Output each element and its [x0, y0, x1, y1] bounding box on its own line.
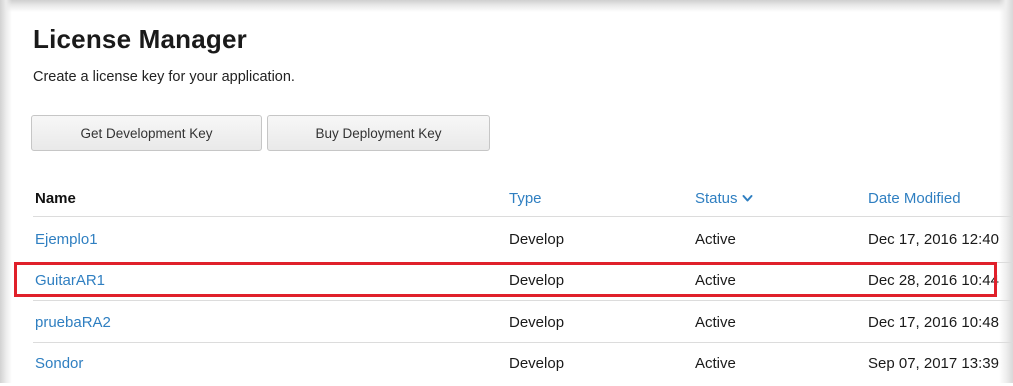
table-row: Sondor Develop Active Sep 07, 2017 13:39 — [0, 340, 1013, 386]
license-date-modified: Sep 07, 2017 13:39 — [868, 354, 999, 372]
license-type: Develop — [509, 354, 565, 372]
table-row: GuitarAR1 Develop Active Dec 28, 2016 10… — [0, 257, 1013, 303]
license-type: Develop — [509, 313, 565, 331]
license-manager-page: License Manager Create a license key for… — [0, 0, 1013, 383]
license-name-link[interactable]: pruebaRA2 — [35, 299, 111, 345]
page-title: License Manager — [33, 24, 247, 54]
window-shadow-top — [0, 0, 1013, 12]
table-row: Ejemplo1 Develop Active Dec 17, 2016 12:… — [0, 216, 1013, 262]
column-header-status[interactable]: Status — [695, 190, 753, 207]
column-header-status-label: Status — [695, 190, 738, 207]
license-type: Develop — [509, 271, 565, 289]
license-type: Develop — [509, 230, 565, 248]
get-development-key-button[interactable]: Get Development Key — [31, 115, 262, 151]
license-name-link[interactable]: Sondor — [35, 340, 83, 386]
license-status: Active — [695, 313, 736, 331]
license-name-link[interactable]: GuitarAR1 — [35, 257, 105, 303]
column-header-date-modified[interactable]: Date Modified — [868, 190, 961, 207]
license-date-modified: Dec 17, 2016 10:48 — [868, 313, 999, 331]
buy-deployment-key-button[interactable]: Buy Deployment Key — [267, 115, 490, 151]
column-header-type[interactable]: Type — [509, 190, 542, 207]
chevron-down-icon — [742, 195, 753, 202]
column-header-name[interactable]: Name — [35, 190, 76, 207]
license-status: Active — [695, 230, 736, 248]
license-status: Active — [695, 354, 736, 372]
license-date-modified: Dec 28, 2016 10:44 — [868, 271, 999, 289]
table-row: pruebaRA2 Develop Active Dec 17, 2016 10… — [0, 299, 1013, 345]
license-status: Active — [695, 271, 736, 289]
page-subtitle: Create a license key for your applicatio… — [33, 69, 295, 85]
license-date-modified: Dec 17, 2016 12:40 — [868, 230, 999, 248]
license-name-link[interactable]: Ejemplo1 — [35, 216, 98, 262]
